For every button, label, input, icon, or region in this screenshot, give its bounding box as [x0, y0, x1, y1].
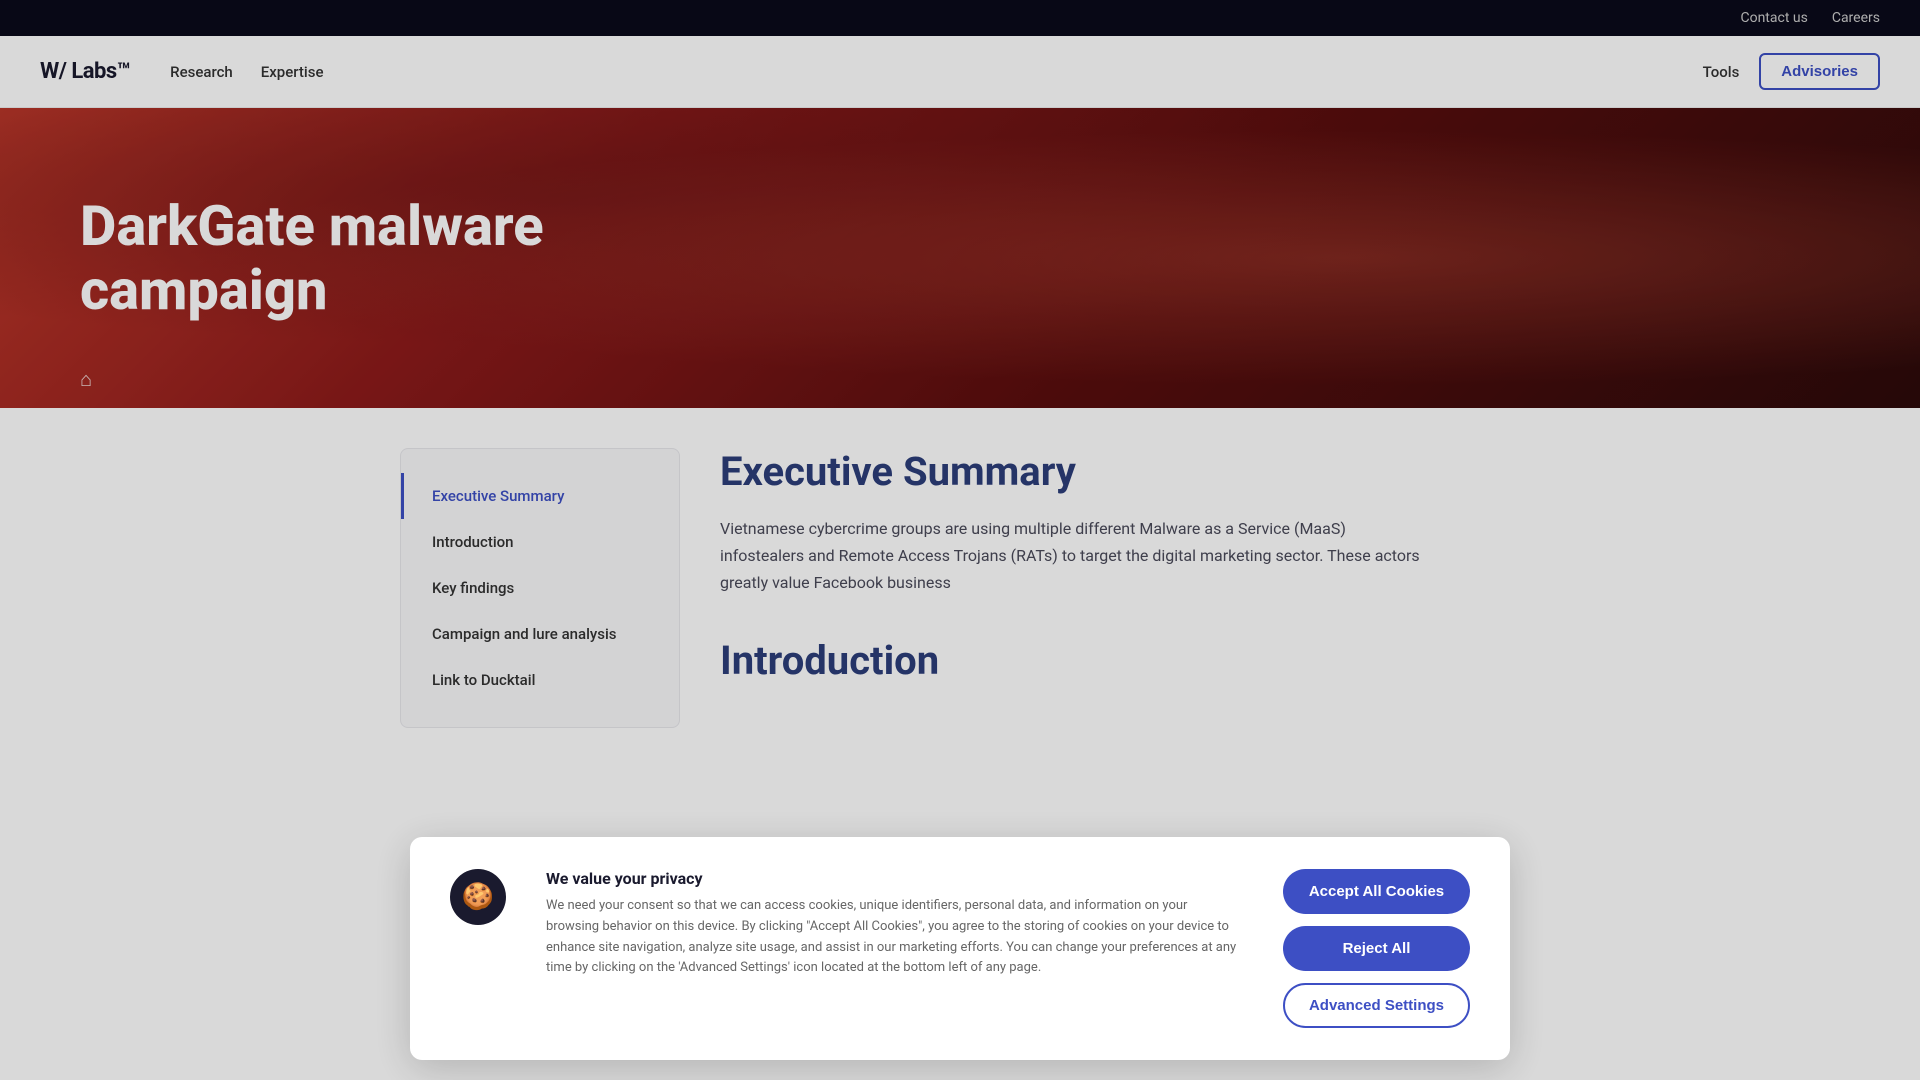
cookie-title: We value your privacy	[546, 869, 1243, 888]
cookie-banner: 🍪 We value your privacy We need your con…	[410, 837, 1510, 1060]
cookie-icon: 🍪	[462, 882, 494, 912]
cookie-buttons: Accept All Cookies Reject All Advanced S…	[1283, 869, 1470, 1028]
cookie-overlay: 🍪 We value your privacy We need your con…	[0, 0, 1920, 1080]
cookie-body: We need your consent so that we can acce…	[546, 896, 1243, 979]
cookie-icon-wrap: 🍪	[450, 869, 506, 925]
reject-cookies-button[interactable]: Reject All	[1283, 926, 1470, 971]
accept-cookies-button[interactable]: Accept All Cookies	[1283, 869, 1470, 914]
cookie-text-section: We value your privacy We need your conse…	[546, 869, 1243, 979]
advanced-settings-button[interactable]: Advanced Settings	[1283, 983, 1470, 1028]
